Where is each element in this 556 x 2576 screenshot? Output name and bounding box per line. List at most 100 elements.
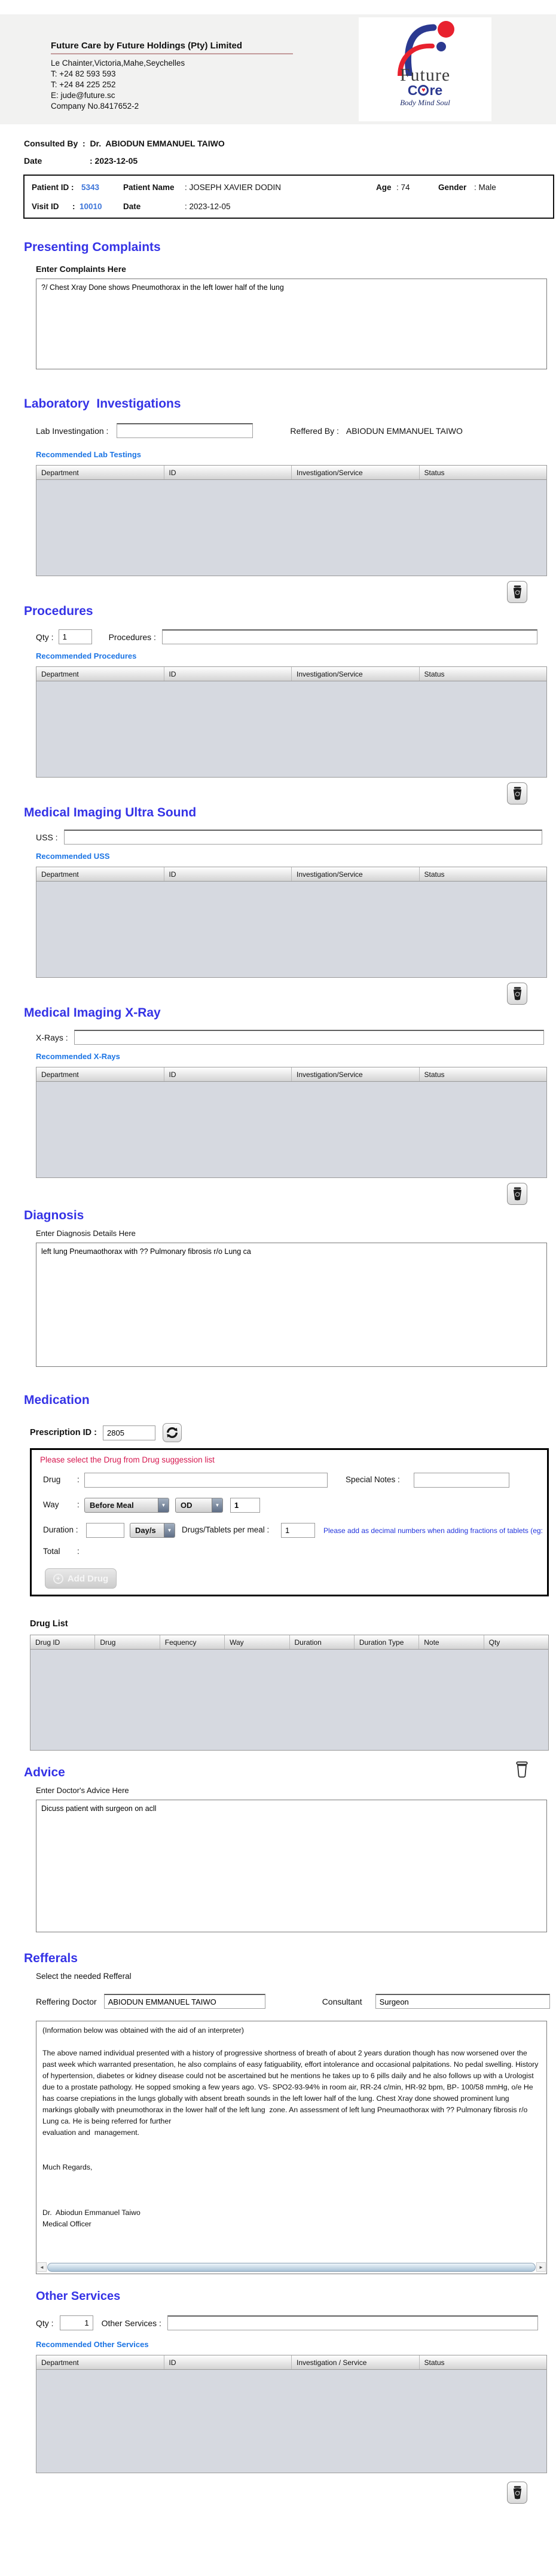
column-header-way: Way <box>225 1635 290 1649</box>
company-logo: Future C ♥ re Body Mind Soul <box>359 17 491 121</box>
drug-list-table-body <box>30 1650 548 1750</box>
section-heading-ultrasound: Medical Imaging Ultra Sound <box>24 806 197 819</box>
xray-delete-button[interactable] <box>507 1183 527 1205</box>
other-services-input[interactable] <box>167 2315 538 2330</box>
way-select[interactable]: Before Meal ▼ <box>84 1498 169 1513</box>
scrollbar-thumb[interactable] <box>47 2262 536 2272</box>
patient-id-value: 5343 <box>81 183 100 192</box>
column-header-id: ID <box>164 667 292 681</box>
section-heading-medication: Medication <box>24 1393 90 1407</box>
duration-unit-select[interactable]: Day/s ▼ <box>130 1523 175 1538</box>
duration-input[interactable] <box>86 1523 124 1538</box>
date-value: : 2023-12-05 <box>90 156 138 166</box>
section-heading-xray: Medical Imaging X-Ray <box>24 1006 161 1020</box>
other-services-delete-button[interactable] <box>507 2482 527 2504</box>
per-meal-label: Drugs/Tablets per meal : <box>182 1525 270 1534</box>
age-value: : 74 <box>396 183 410 192</box>
column-header-status: Status <box>424 469 445 477</box>
procedures-table: Department ID Investigation/Service Stat… <box>36 666 547 778</box>
drug-label: Drug <box>43 1475 61 1484</box>
recommended-lab-testings-link[interactable]: Recommended Lab Testings <box>36 450 141 459</box>
recommended-xrays-link[interactable]: Recommended X-Rays <box>36 1052 120 1061</box>
section-heading-referrals: Refferals <box>24 1951 78 1965</box>
visit-id-label: Visit ID <box>32 202 59 211</box>
scroll-left-icon[interactable]: ◄ <box>37 2262 47 2272</box>
procedures-table-header: Department ID Investigation/Service Stat… <box>36 667 546 681</box>
diagnosis-textarea[interactable]: left lung Pneumaothorax with ?? Pulmonar… <box>36 1243 547 1367</box>
lab-table-body <box>36 480 546 576</box>
chevron-down-icon: ▼ <box>158 1498 169 1512</box>
column-header-investigation-service: Investigation/Service <box>292 667 420 681</box>
recommended-uss-link[interactable]: Recommended USS <box>36 852 110 861</box>
referring-doctor-label: Reffering Doctor <box>36 1996 97 2006</box>
drug-list-delete-button[interactable] <box>512 1758 532 1780</box>
lab-investigation-label: Lab Investingation : <box>36 426 109 436</box>
referred-by-label: Reffered By : <box>290 426 339 436</box>
procedures-input[interactable] <box>161 629 537 644</box>
drug-input[interactable] <box>84 1473 328 1488</box>
date-line: Date: 2023-12-05 <box>24 156 556 166</box>
visit-date-label: Date <box>123 202 141 211</box>
complaints-label: Enter Complaints Here <box>36 264 126 274</box>
column-header-status: Status <box>424 870 445 879</box>
frequency-select[interactable]: OD ▼ <box>175 1498 223 1513</box>
scroll-right-icon[interactable]: ► <box>536 2262 546 2272</box>
way-qty-input[interactable] <box>230 1498 260 1513</box>
procedures-qty-label: Qty : <box>36 632 54 642</box>
letterhead: Future Care by Future Holdings (Pty) Lim… <box>0 14 556 124</box>
column-header-status: Status <box>424 670 445 678</box>
consultant-input[interactable] <box>375 1994 550 2009</box>
recommended-procedures-link[interactable]: Recommended Procedures <box>36 651 136 660</box>
other-qty-input[interactable] <box>59 2315 93 2330</box>
recommended-other-services-link[interactable]: Recommended Other Services <box>36 2340 149 2349</box>
referral-sub-label: Select the needed Refferal <box>36 1972 132 1981</box>
lab-delete-button[interactable] <box>507 581 527 603</box>
drug-colon: : <box>77 1475 80 1484</box>
column-header-investigation-service: Investigation/Service <box>292 1067 420 1081</box>
special-notes-input[interactable] <box>414 1473 509 1488</box>
column-header-department: Department <box>36 1067 164 1081</box>
referring-doctor-input[interactable] <box>103 1994 265 2009</box>
column-header-qty: Qty <box>488 1638 500 1647</box>
total-label: Total <box>43 1547 60 1556</box>
patient-info-box: Patient ID : 5343 Patient Name : JOSEPH … <box>23 175 554 219</box>
add-drug-button[interactable]: + Add Drug <box>45 1568 117 1589</box>
referral-letter-text[interactable]: (Information below was obtained with the… <box>36 2021 546 2260</box>
add-drug-label: Add Drug <box>67 1573 109 1584</box>
column-header-drug: Drug <box>95 1635 160 1649</box>
section-heading-presenting-complaints: Presenting Complaints <box>24 240 161 254</box>
refresh-icon <box>167 1427 178 1438</box>
age-label: Age <box>376 183 392 192</box>
duration-label: Duration : <box>43 1525 78 1534</box>
column-header-department: Department <box>36 867 164 881</box>
prescription-refresh-button[interactable] <box>163 1423 182 1442</box>
gender-value: : Male <box>474 183 496 192</box>
column-header-department: Department <box>36 667 164 681</box>
horizontal-scrollbar[interactable]: ◄ ► <box>37 2261 546 2273</box>
chevron-down-icon: ▼ <box>164 1523 175 1537</box>
uss-table-header: Department ID Investigation/Service Stat… <box>36 867 546 882</box>
visit-date-value: : 2023-12-05 <box>185 202 231 211</box>
uss-input[interactable] <box>63 830 542 845</box>
column-header-duration: Duration <box>290 1635 355 1649</box>
logo-tagline: Body Mind Soul <box>400 98 450 107</box>
column-header-department: Department <box>36 466 164 479</box>
column-header-id: ID <box>164 1067 292 1081</box>
special-notes-label: Special Notes : <box>346 1475 400 1484</box>
per-meal-input[interactable] <box>281 1523 315 1538</box>
column-header-status: Status <box>424 1070 445 1079</box>
xray-input[interactable] <box>74 1030 544 1045</box>
complaints-textarea[interactable]: ?/ Chest Xray Done shows Pneumothorax in… <box>36 279 547 369</box>
advice-textarea[interactable]: Dicuss patient with surgeon on acll <box>36 1800 547 1932</box>
procedures-delete-button[interactable] <box>507 782 527 804</box>
patient-id-label: Patient ID : <box>32 183 74 192</box>
plus-icon: + <box>53 1573 63 1584</box>
consultant-label: Consultant <box>322 1996 362 2006</box>
xray-table-header: Department ID Investigation/Service Stat… <box>36 1067 546 1082</box>
lab-investigation-input[interactable] <box>117 423 253 438</box>
uss-delete-button[interactable] <box>507 983 527 1005</box>
procedures-qty-input[interactable] <box>58 629 92 644</box>
way-colon: : <box>77 1500 80 1509</box>
prescription-id-input[interactable] <box>103 1425 155 1440</box>
section-heading-procedures: Procedures <box>24 604 93 618</box>
